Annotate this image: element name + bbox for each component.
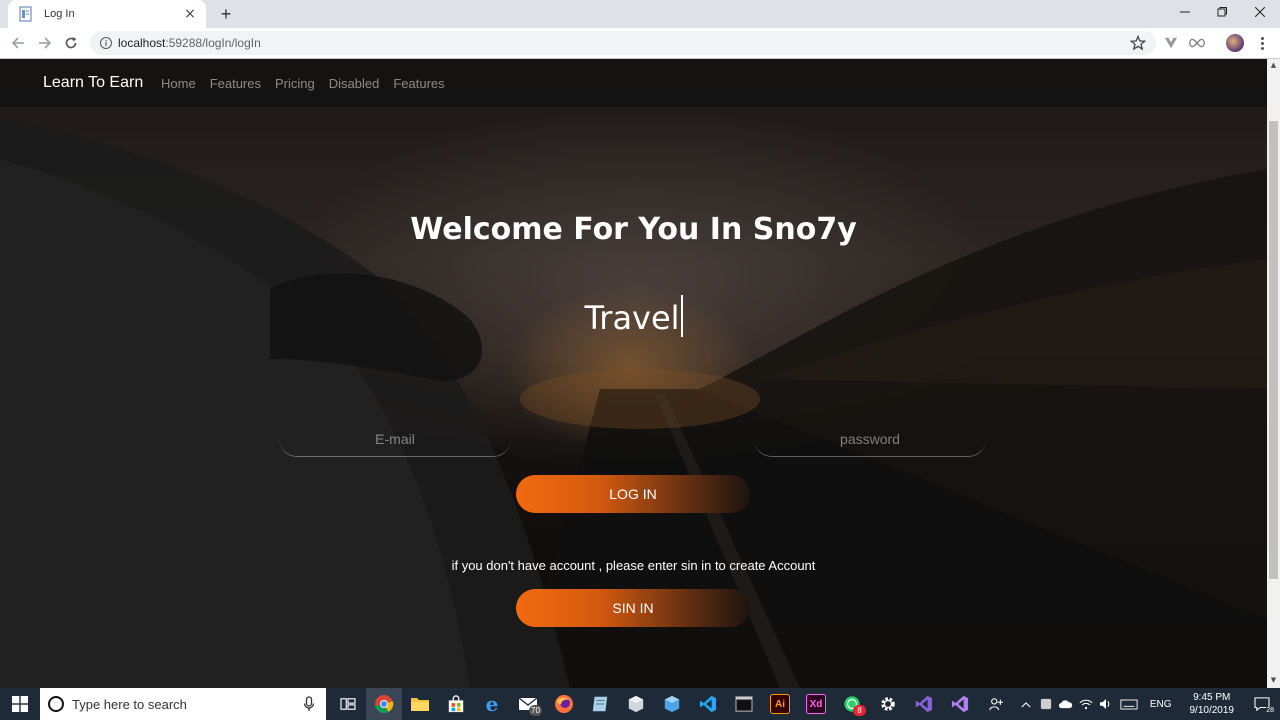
- firefox-icon[interactable]: [546, 688, 582, 720]
- illustrator-icon[interactable]: Ai: [762, 688, 798, 720]
- signin-button[interactable]: SIN IN: [516, 589, 750, 627]
- notification-count: 28: [1266, 707, 1274, 714]
- edge-icon[interactable]: e: [474, 688, 510, 720]
- new-tab-button[interactable]: +: [216, 4, 236, 24]
- clock-time: 9:45 PM: [1193, 692, 1231, 703]
- back-arrow-icon[interactable]: [9, 34, 27, 52]
- login-button[interactable]: LOG IN: [516, 475, 750, 513]
- onedrive-cloud-icon[interactable]: [1056, 688, 1076, 720]
- whatsapp-badge: 8: [853, 705, 866, 716]
- close-tab-icon[interactable]: ×: [182, 6, 198, 22]
- file-explorer-icon[interactable]: [402, 688, 438, 720]
- visual-studio-2-icon[interactable]: [942, 688, 978, 720]
- mail-icon[interactable]: 70: [510, 688, 546, 720]
- profile-avatar[interactable]: [1226, 34, 1244, 52]
- infinity-extension-icon[interactable]: [1188, 34, 1206, 52]
- taskbar-clock[interactable]: 9:45 PM 9/10/2019: [1180, 691, 1245, 717]
- site-brand[interactable]: Learn To Earn: [43, 74, 143, 92]
- reload-icon[interactable]: [62, 34, 80, 52]
- url-omnibox[interactable]: i localhost:59288/logIn/logIn: [90, 31, 1156, 55]
- microphone-icon[interactable]: [302, 696, 316, 712]
- signup-hint-text: if you don't have account , please enter…: [451, 558, 816, 573]
- password-input[interactable]: [754, 421, 986, 457]
- page-viewport: Learn To Earn Home Features Pricing Disa…: [0, 59, 1267, 688]
- settings-gear-icon[interactable]: [870, 688, 906, 720]
- cortana-circle-icon: [48, 696, 64, 712]
- url-host: localhost: [118, 36, 166, 50]
- nav-link-features-2[interactable]: Features: [393, 76, 444, 91]
- tray-app-icon[interactable]: [1036, 688, 1056, 720]
- taskbar-search-box[interactable]: Type here to search: [40, 688, 326, 720]
- vue-extension-icon[interactable]: [1162, 34, 1180, 52]
- clock-date: 9/10/2019: [1189, 705, 1235, 716]
- welcome-heading: Welcome For You In Sno7y: [410, 212, 857, 247]
- input-language[interactable]: ENG: [1142, 699, 1180, 710]
- system-tray: ENG 9:45 PM 9/10/2019 28: [986, 688, 1280, 720]
- whatsapp-icon[interactable]: 8: [834, 688, 870, 720]
- volume-speaker-icon[interactable]: [1096, 688, 1116, 720]
- 3d-viewer-icon[interactable]: [654, 688, 690, 720]
- terminal-icon[interactable]: [726, 688, 762, 720]
- mail-badge: 70: [529, 705, 542, 716]
- nav-link-features[interactable]: Features: [210, 76, 261, 91]
- forward-arrow-icon[interactable]: [36, 34, 54, 52]
- taskbar-pinned-apps: e 70 Ai Xd 8: [330, 688, 978, 720]
- action-center-notification-icon[interactable]: 28: [1244, 688, 1280, 720]
- chrome-taskbar-icon[interactable]: [366, 688, 402, 720]
- vscode-icon[interactable]: [690, 688, 726, 720]
- browser-address-bar: i localhost:59288/logIn/logIn: [0, 28, 1280, 59]
- scroll-up-icon[interactable]: ▲: [1270, 62, 1277, 69]
- scrollbar-thumb[interactable]: [1269, 121, 1278, 579]
- url-text: localhost:59288/logIn/logIn: [118, 36, 261, 50]
- taskbar-search-placeholder: Type here to search: [72, 696, 187, 712]
- people-icon[interactable]: [986, 688, 1006, 720]
- site-nav-links: Home Features Pricing Disabled Features: [161, 76, 445, 91]
- browser-tab-login[interactable]: Log In ×: [8, 0, 206, 28]
- windows-start-icon[interactable]: [0, 688, 40, 720]
- windows-taskbar: Type here to search e 70 Ai Xd 8 ENG 9:4…: [0, 688, 1280, 720]
- show-hidden-icons-chevron-icon[interactable]: [1016, 688, 1036, 720]
- minimize-window-icon[interactable]: [1166, 0, 1204, 24]
- keyboard-icon[interactable]: [1116, 688, 1142, 720]
- email-input[interactable]: [279, 421, 511, 457]
- nav-link-home[interactable]: Home: [161, 76, 196, 91]
- close-window-icon[interactable]: [1241, 0, 1279, 24]
- task-view-icon[interactable]: [330, 688, 366, 720]
- url-path: :59288/logIn/logIn: [165, 36, 261, 50]
- page-favicon-icon: [18, 6, 34, 22]
- page-scrollbar[interactable]: ▲ ▼: [1267, 59, 1280, 688]
- maximize-window-icon[interactable]: [1203, 0, 1241, 24]
- typing-caret: [680, 295, 683, 337]
- site-info-icon[interactable]: i: [100, 37, 112, 49]
- app-notes-icon[interactable]: [582, 688, 618, 720]
- bookmark-star-icon[interactable]: [1129, 34, 1147, 51]
- tab-title: Log In: [44, 8, 75, 20]
- wifi-icon[interactable]: [1076, 688, 1096, 720]
- adobe-xd-icon[interactable]: Xd: [798, 688, 834, 720]
- nav-link-disabled: Disabled: [328, 76, 380, 91]
- visual-studio-icon[interactable]: [906, 688, 942, 720]
- store-icon[interactable]: [438, 688, 474, 720]
- virtualbox-icon[interactable]: [618, 688, 654, 720]
- typed-word-text: Travel: [584, 299, 680, 337]
- browser-tab-bar: Log In × +: [0, 0, 1280, 28]
- scroll-down-icon[interactable]: ▼: [1270, 677, 1277, 684]
- browser-menu-icon[interactable]: [1256, 34, 1268, 52]
- typed-word: Travel: [0, 295, 1267, 337]
- site-navbar: Learn To Earn Home Features Pricing Disa…: [0, 59, 1267, 107]
- nav-link-pricing[interactable]: Pricing: [275, 76, 315, 91]
